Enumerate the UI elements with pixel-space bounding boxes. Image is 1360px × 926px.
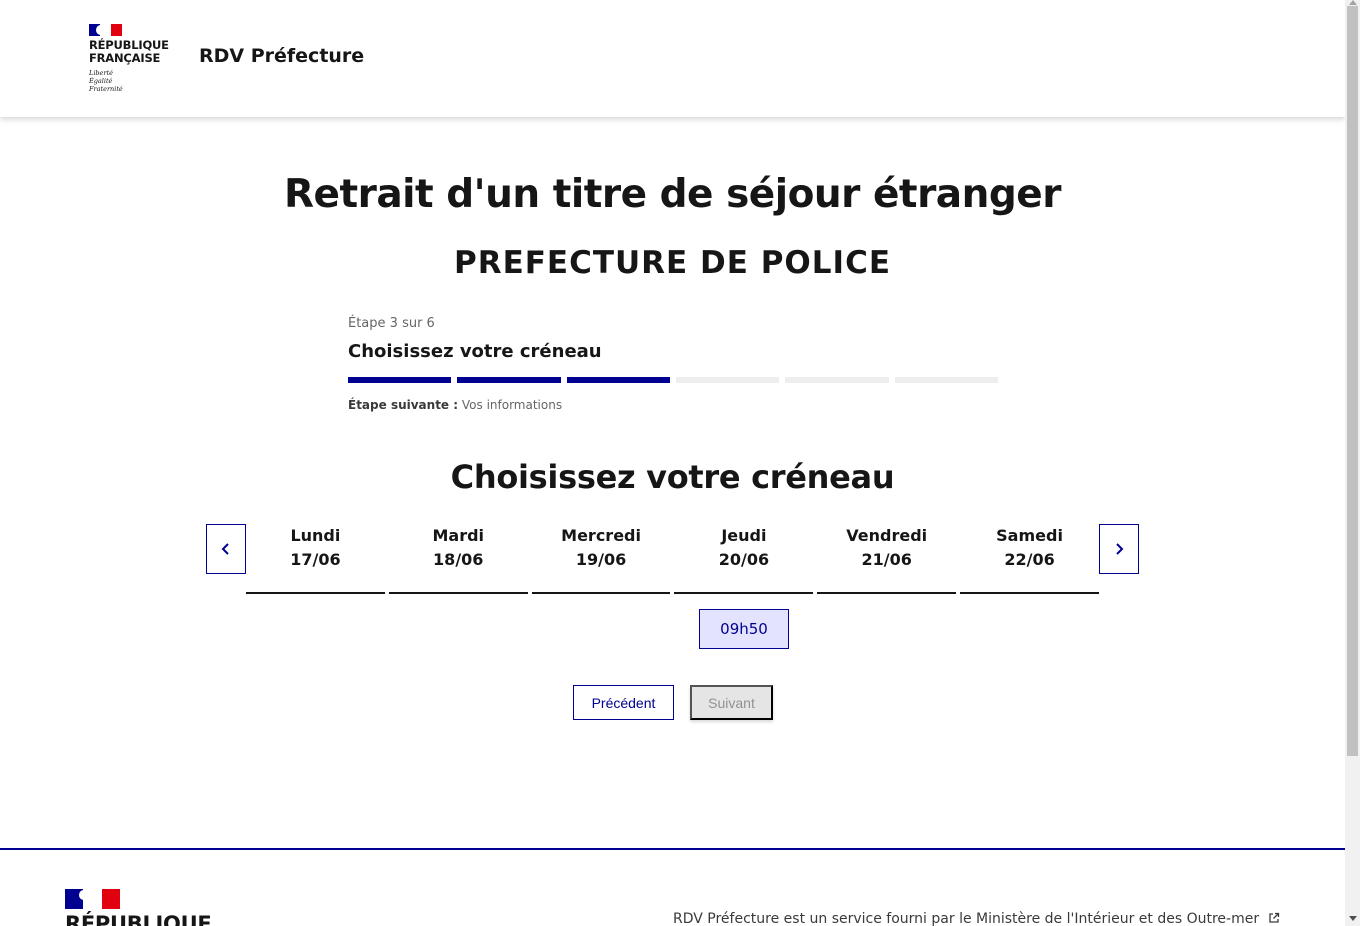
step-bar xyxy=(785,377,889,383)
footer-logo[interactable]: RÉPUBLIQUE xyxy=(65,889,212,926)
previous-button[interactable]: Précédent xyxy=(573,685,674,720)
step-title: Choisissez votre créneau xyxy=(348,341,602,362)
chevron-right-icon xyxy=(1116,543,1124,555)
chevron-left-icon xyxy=(221,543,229,555)
devise-fraternite: Fraternité xyxy=(89,85,123,93)
step-state: Étape 3 sur 6 xyxy=(348,316,435,331)
day-column: Vendredi 21/06 xyxy=(817,524,957,594)
logo-text: RÉPUBLIQUE FRANÇAISE xyxy=(89,39,179,65)
day-name: Mardi xyxy=(432,526,485,545)
devise: Liberté Égalité Fraternité xyxy=(89,69,179,93)
footer-logo-text: RÉPUBLIQUE xyxy=(65,912,212,926)
footer-marianne-flag-icon xyxy=(65,889,120,909)
step-next-label: Étape suivante : xyxy=(348,398,459,412)
site-footer: RÉPUBLIQUE RDV Préfecture est un service… xyxy=(0,848,1345,926)
day-name: Mercredi xyxy=(561,526,641,545)
page-title: Retrait d'un titre de séjour étranger xyxy=(283,172,1062,217)
devise-egalite: Égalité xyxy=(89,77,113,85)
day-column: Samedi 22/06 xyxy=(960,524,1099,594)
day-date: 21/06 xyxy=(861,550,912,569)
step-progress xyxy=(348,377,998,383)
day-column: Mercredi 19/06 xyxy=(531,524,671,594)
step-next: Étape suivante : Vos informations xyxy=(348,398,998,412)
site-header: RÉPUBLIQUE FRANÇAISE Liberté Égalité Fra… xyxy=(0,0,1345,117)
day-date: 19/06 xyxy=(575,550,627,569)
vertical-scrollbar[interactable] xyxy=(1345,0,1360,926)
day-name: Jeudi xyxy=(721,526,767,545)
prefecture-name: PREFECTURE DE POLICE xyxy=(453,245,892,281)
step-next-value: Vos informations xyxy=(461,398,563,412)
step-bar xyxy=(566,377,670,383)
page: RÉPUBLIQUE FRANÇAISE Liberté Égalité Fra… xyxy=(0,0,1345,926)
step-bar xyxy=(348,377,452,383)
day-column: Mardi 18/06 xyxy=(388,524,528,594)
step-bar xyxy=(675,377,780,383)
external-link-icon xyxy=(1268,912,1279,923)
time-slot-button[interactable]: 09h50 xyxy=(699,609,789,649)
day-name: Lundi xyxy=(290,526,341,545)
day-column: Jeudi 20/06 xyxy=(674,524,814,594)
marianne-flag-icon xyxy=(89,24,122,36)
logo-line-2: FRANÇAISE xyxy=(89,51,161,65)
step-bar xyxy=(894,377,998,383)
days-row: Lundi 17/06 Mardi 18/06 Mercredi 19/06 Jeudi 20… xyxy=(246,524,1099,594)
republique-francaise-logo[interactable]: RÉPUBLIQUE FRANÇAISE Liberté Égalité Fra… xyxy=(89,24,179,93)
day-date: 17/06 xyxy=(290,550,341,569)
stepper: Étape 3 sur 6 Choisissez votre créneau É… xyxy=(348,316,998,412)
scroll-up-arrow-icon[interactable] xyxy=(1349,0,1357,5)
devise-liberte: Liberté xyxy=(89,69,113,77)
scroll-thumb[interactable] xyxy=(1347,6,1358,756)
step-bar xyxy=(457,377,561,383)
next-button-disabled[interactable]: Suivant xyxy=(690,685,773,720)
scroll-down-arrow-icon[interactable] xyxy=(1349,916,1357,921)
day-name: Samedi xyxy=(996,526,1063,545)
footer-description: RDV Préfecture est un service fourni par… xyxy=(673,911,1260,926)
day-date: 22/06 xyxy=(1004,550,1055,569)
footer-description-link[interactable]: RDV Préfecture est un service fourni par… xyxy=(673,911,1280,926)
day-date: 20/06 xyxy=(718,550,770,569)
section-title: Choisissez votre créneau xyxy=(450,458,895,496)
day-name: Vendredi xyxy=(846,526,928,545)
day-date: 18/06 xyxy=(433,550,484,569)
next-week-button[interactable] xyxy=(1099,524,1139,574)
previous-week-button[interactable] xyxy=(206,524,246,574)
service-name-link[interactable]: RDV Préfecture xyxy=(199,45,364,67)
day-column: Lundi 17/06 xyxy=(246,524,385,594)
